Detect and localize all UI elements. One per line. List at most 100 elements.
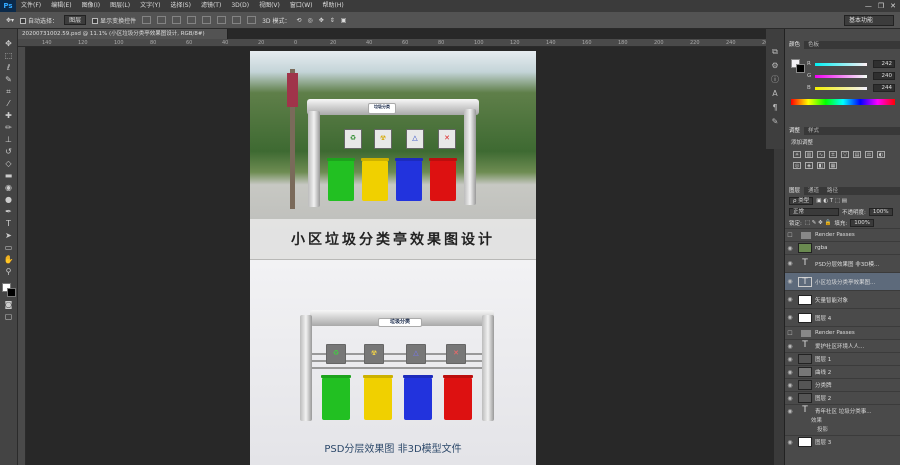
brush-panel-icon[interactable]: ✎ — [771, 117, 780, 126]
dodge-tool-icon[interactable]: ● — [3, 195, 14, 204]
quick-mask-icon[interactable]: ◙ — [3, 300, 14, 309]
fill-field[interactable]: 100% — [850, 218, 874, 227]
menu-help[interactable]: 帮助(H) — [318, 0, 349, 12]
rotate-3d-icon[interactable]: ⟲ — [296, 17, 301, 24]
slide-3d-icon[interactable]: ⇕ — [330, 17, 335, 24]
tab-adjustments[interactable]: 调整 — [785, 127, 805, 135]
layer-row[interactable]: ◉ 分类牌 — [785, 378, 900, 391]
tab-styles[interactable]: 样式 — [804, 127, 823, 135]
red-slider[interactable]: R 242 — [807, 60, 897, 68]
stamp-tool-icon[interactable]: ⊥ — [3, 135, 14, 144]
invert-icon[interactable]: ◧ — [817, 162, 825, 169]
red-value-field[interactable]: 242 — [873, 60, 895, 68]
color-fg-bg[interactable] — [791, 59, 805, 73]
properties-panel-icon[interactable]: ⚙ — [771, 61, 780, 70]
workspace-switcher[interactable]: 基本功能 — [844, 15, 894, 26]
background-color-swatch[interactable] — [6, 288, 16, 297]
eye-icon[interactable]: ◉ — [785, 260, 795, 267]
tab-channels[interactable]: 通道 — [804, 187, 823, 195]
menu-image[interactable]: 图像(I) — [77, 0, 105, 12]
layer-row[interactable]: ◉ 图层 3 — [785, 435, 900, 448]
eye-icon[interactable]: ◉ — [785, 395, 795, 402]
layer-row-selected[interactable]: ◉ T 小区垃圾分类亭效果图... — [785, 272, 900, 290]
eraser-tool-icon[interactable]: ◇ — [3, 159, 14, 168]
document-canvas[interactable]: 垃圾分类 ♻ ☢ △ ✕ 小区垃圾分类亭效果图设计 垃圾分类 ♻ ☢ △ ✕ P… — [250, 51, 536, 465]
history-brush-icon[interactable]: ↺ — [3, 147, 14, 156]
eye-icon[interactable]: ◉ — [785, 314, 795, 321]
menu-type[interactable]: 文字(Y) — [135, 0, 165, 12]
layer-row[interactable]: ◉ 图层 4 — [785, 308, 900, 326]
lasso-tool-icon[interactable]: ℓ — [3, 63, 14, 72]
gradient-tool-icon[interactable]: ▬ — [3, 171, 14, 180]
show-transform-option[interactable]: 显示变换控件 — [92, 16, 136, 25]
color-balance-icon[interactable]: ⚖ — [865, 151, 873, 158]
tab-color[interactable]: 颜色 — [785, 41, 805, 49]
blue-slider[interactable]: B 244 — [807, 84, 897, 92]
blue-slider-track[interactable] — [815, 87, 867, 90]
align-right-icon[interactable] — [217, 16, 227, 24]
eye-icon[interactable]: ◉ — [785, 369, 795, 376]
pen-tool-icon[interactable]: ✒ — [3, 207, 14, 216]
menu-window[interactable]: 窗口(W) — [285, 0, 318, 12]
marquee-tool-icon[interactable]: ⬚ — [3, 51, 14, 60]
color-spectrum[interactable] — [791, 99, 895, 105]
hue-icon[interactable]: ▤ — [853, 151, 861, 158]
paragraph-panel-icon[interactable]: ¶ — [771, 103, 780, 112]
visibility-toggle[interactable]: ☐ — [785, 232, 795, 239]
align-left-icon[interactable] — [187, 16, 197, 24]
quick-select-icon[interactable]: ✎ — [3, 75, 14, 84]
align-middle-icon[interactable] — [157, 16, 167, 24]
menu-3d[interactable]: 3D(D) — [226, 0, 254, 12]
auto-select-dropdown[interactable]: 图层 — [64, 15, 87, 25]
levels-icon[interactable]: ▥ — [805, 151, 813, 158]
roll-3d-icon[interactable]: ◎ — [307, 17, 312, 24]
eye-icon[interactable]: ◉ — [785, 439, 795, 446]
auto-select-checkbox[interactable] — [20, 18, 27, 24]
path-select-icon[interactable]: ➤ — [3, 231, 14, 240]
eye-icon[interactable]: ◉ — [785, 296, 795, 303]
red-slider-track[interactable] — [815, 63, 867, 66]
layer-row[interactable]: ◉ rgba — [785, 241, 900, 254]
align-top-icon[interactable] — [142, 16, 152, 24]
pan-3d-icon[interactable]: ✥ — [319, 17, 324, 24]
posterize-icon[interactable]: ▦ — [829, 162, 837, 169]
minimize-button[interactable]: — — [865, 0, 872, 12]
visibility-toggle[interactable]: ☐ — [785, 330, 795, 337]
blue-value-field[interactable]: 244 — [873, 84, 895, 92]
filter-icons[interactable]: ▣ ◐ T ⬚ ▤ — [816, 198, 847, 204]
layer-row[interactable]: ◉ 曲线 2 — [785, 365, 900, 378]
eye-icon[interactable]: ◉ — [785, 408, 795, 415]
layer-row[interactable]: ☐ Render Passes — [785, 326, 900, 339]
layer-filter-dropdown[interactable]: ρ 类型 — [789, 196, 814, 205]
eye-icon[interactable]: ◉ — [785, 356, 795, 363]
eye-icon[interactable]: ◉ — [785, 343, 795, 350]
document-tab[interactable]: 20200731002.59.psd @ 11.1% (小区垃圾分类亭效果图设计… — [18, 29, 228, 39]
green-slider[interactable]: G 240 — [807, 72, 897, 80]
menu-filter[interactable]: 滤镜(T) — [196, 0, 226, 12]
distribute-h-icon[interactable] — [247, 16, 257, 24]
menu-layer[interactable]: 图层(L) — [105, 0, 135, 12]
menu-edit[interactable]: 编辑(E) — [46, 0, 76, 12]
blend-mode-dropdown[interactable]: 正常 — [789, 207, 839, 216]
type-tool-icon[interactable]: T — [3, 219, 14, 228]
bw-icon[interactable]: ◐ — [877, 151, 885, 158]
tab-swatches[interactable]: 色板 — [804, 41, 823, 49]
menu-file[interactable]: 文件(F) — [16, 0, 46, 12]
drop-shadow-label[interactable]: 投影 — [785, 426, 900, 435]
show-transform-checkbox[interactable] — [92, 18, 99, 24]
exposure-icon[interactable]: ± — [829, 151, 837, 158]
eye-icon[interactable]: ◉ — [785, 245, 795, 252]
layer-row[interactable]: ◉ 图层 2 — [785, 391, 900, 404]
green-value-field[interactable]: 240 — [873, 72, 895, 80]
color-background[interactable] — [796, 64, 805, 73]
tab-layers[interactable]: 图层 — [785, 187, 805, 195]
crop-tool-icon[interactable]: ⌗ — [3, 87, 14, 96]
hand-tool-icon[interactable]: ✋ — [3, 255, 14, 264]
shape-tool-icon[interactable]: ▭ — [3, 243, 14, 252]
character-panel-icon[interactable]: A — [771, 89, 780, 98]
close-button[interactable]: ✕ — [890, 0, 896, 12]
layer-row[interactable]: ◉ T PSD分层效果图 非3D模... — [785, 254, 900, 272]
curves-icon[interactable]: ∿ — [817, 151, 825, 158]
eye-icon[interactable]: ◉ — [785, 278, 795, 285]
color-swatches[interactable] — [1, 283, 16, 297]
